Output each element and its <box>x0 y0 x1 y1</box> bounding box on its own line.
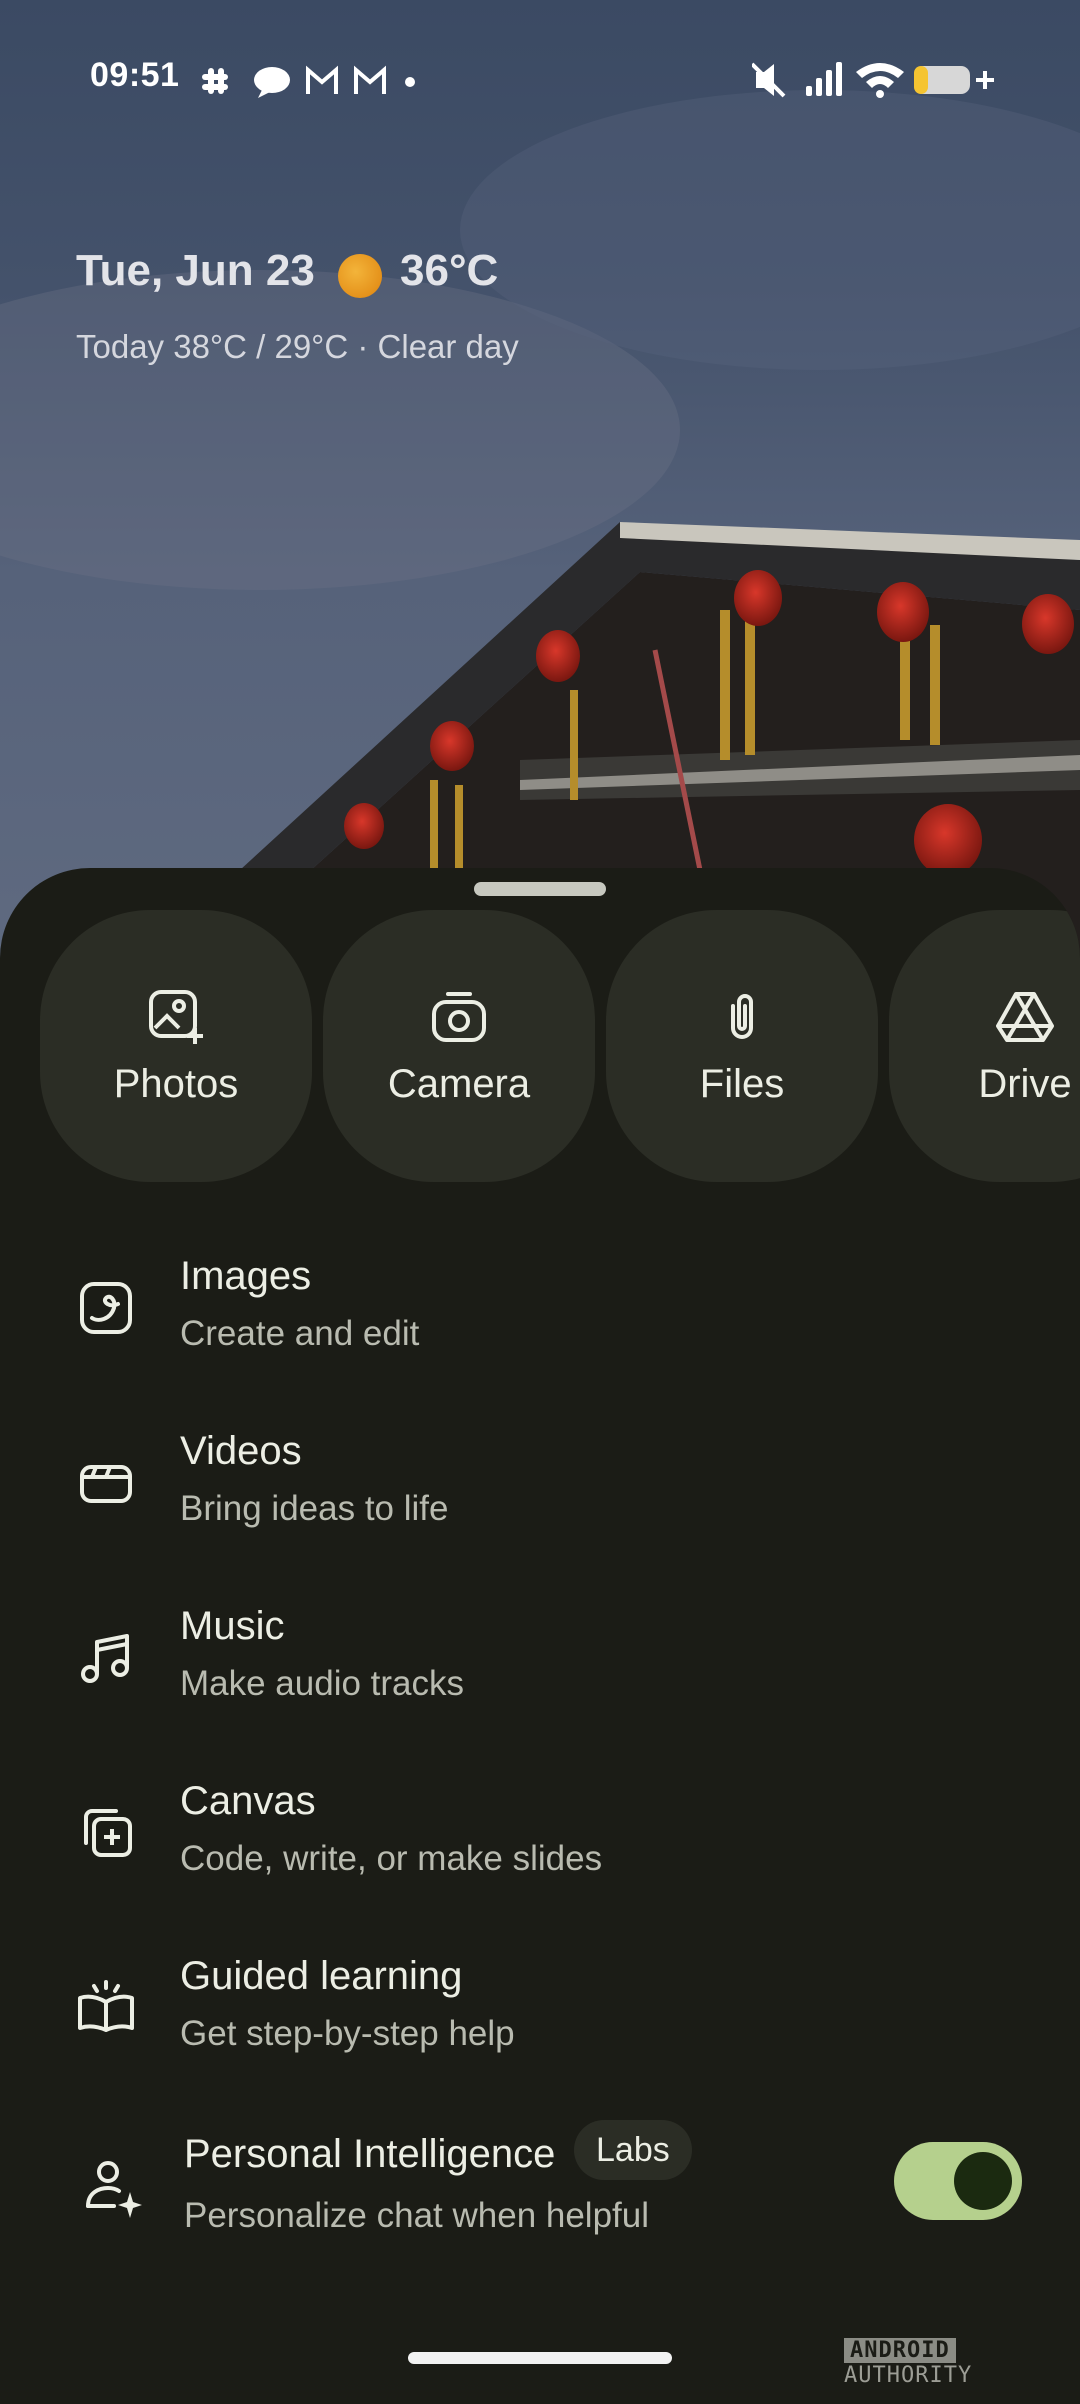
gmail-icon <box>306 65 338 94</box>
list-item-subtitle: Personalize chat when helpful <box>184 2196 650 2235</box>
list-item-canvas[interactable]: Canvas Code, write, or make slides <box>0 1763 1080 1913</box>
camera-icon <box>432 992 486 1042</box>
list-item-videos[interactable]: Videos Bring ideas to life <box>0 1413 1080 1563</box>
gesture-navigation-bar[interactable] <box>408 2352 672 2364</box>
toggle-knob <box>954 2152 1012 2210</box>
paperclip-icon <box>731 994 753 1039</box>
list-item-subtitle: Get step-by-step help <box>180 2014 515 2053</box>
tile-drive[interactable]: Drive <box>889 910 1080 1182</box>
open-book-icon <box>78 1980 134 2032</box>
labs-badge: Labs <box>574 2120 692 2180</box>
tile-camera[interactable]: Camera <box>323 910 595 1182</box>
signal-icon <box>806 62 842 96</box>
music-note-icon <box>81 1634 129 1683</box>
watermark-suffix: AUTHORITY <box>844 2363 973 2388</box>
tile-files-label: Files <box>699 1062 785 1106</box>
messages-icon <box>254 67 290 98</box>
list-item-title: Images <box>180 1254 312 1298</box>
canvas-add-icon <box>84 1809 132 1857</box>
list-item-title: Personal Intelligence <box>184 2132 556 2176</box>
tile-camera-label: Camera <box>387 1062 531 1106</box>
list-item-subtitle: Create and edit <box>180 1314 420 1353</box>
slack-icon <box>202 68 228 94</box>
list-item-title: Music <box>180 1604 285 1648</box>
photo-add-icon <box>149 990 203 1044</box>
list-item-subtitle: Make audio tracks <box>180 1664 465 1703</box>
weather-date: Tue, Jun 23 <box>76 246 315 295</box>
mute-icon <box>752 62 786 98</box>
wifi-icon <box>856 63 904 98</box>
list-item-guided-learning[interactable]: Guided learning Get step-by-step help <box>0 1938 1080 2088</box>
list-item-title: Canvas <box>180 1779 316 1823</box>
list-item-title: Videos <box>180 1429 302 1473</box>
clapperboard-icon <box>80 1465 132 1503</box>
status-bar: 09:51 <box>0 0 1080 160</box>
watermark: ANDROID AUTHORITY <box>844 2338 1080 2388</box>
gmail-icon <box>354 65 386 94</box>
person-sparkle-icon <box>86 2161 142 2218</box>
list-item-subtitle: Code, write, or make slides <box>180 1839 603 1878</box>
tile-drive-label: Drive <box>978 1062 1072 1106</box>
personal-intelligence-toggle[interactable] <box>894 2142 1022 2220</box>
tile-photos-label: Photos <box>113 1062 239 1106</box>
list-item-music[interactable]: Music Make audio tracks <box>0 1588 1080 1738</box>
weather-temperature: 36°C <box>400 246 499 295</box>
battery-icon <box>914 66 994 94</box>
drag-handle[interactable] <box>474 882 606 896</box>
weather-forecast: Today 38°C / 29°C · Clear day <box>76 328 519 365</box>
status-time: 09:51 <box>90 56 180 94</box>
list-item-images[interactable]: Images Create and edit <box>0 1238 1080 1388</box>
list-item-personal-intelligence[interactable]: Personal Intelligence Labs Personalize c… <box>0 2116 1080 2266</box>
more-dot-icon <box>405 77 415 87</box>
watermark-brand: ANDROID <box>844 2338 956 2363</box>
notification-icons <box>202 65 415 98</box>
tile-files[interactable]: Files <box>606 910 878 1182</box>
drive-icon <box>996 992 1054 1042</box>
system-status-icons <box>752 62 994 98</box>
attach-bottom-sheet: Photos Camera Files Drive Images Create <box>0 868 1080 2404</box>
image-edit-icon <box>80 1282 132 1334</box>
tile-photos[interactable]: Photos <box>40 910 312 1182</box>
sun-icon <box>338 254 382 298</box>
list-item-subtitle: Bring ideas to life <box>180 1489 449 1528</box>
list-item-title: Guided learning <box>180 1954 463 1998</box>
